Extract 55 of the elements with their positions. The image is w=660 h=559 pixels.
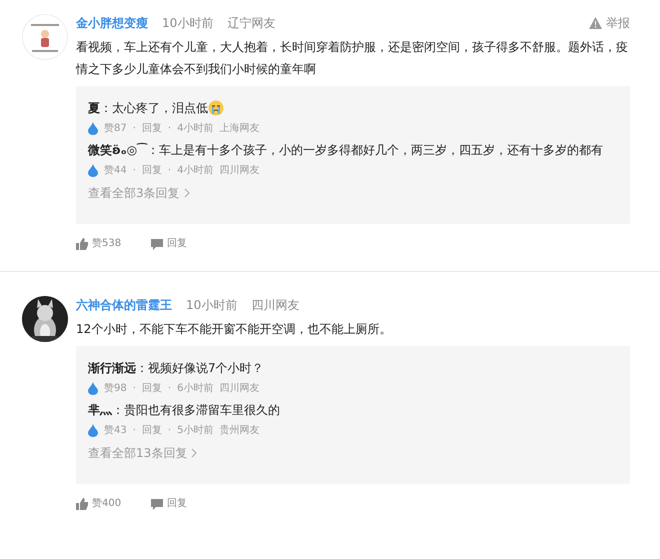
reply-location: 贵州网友: [219, 424, 260, 438]
separator-dot: ·: [168, 122, 172, 136]
reply-text: ：车上是有十多个孩子，小的一岁多得都好几个，两三岁，四五岁，还有十多岁的都有: [147, 143, 604, 159]
reply-author[interactable]: 渐行渐远: [88, 358, 136, 378]
like-count[interactable]: 赞98: [104, 381, 127, 396]
reply-link[interactable]: 回复: [142, 381, 162, 396]
reply-time: 4小时前: [177, 164, 214, 178]
author-name[interactable]: 金小胖想变瘦: [76, 14, 148, 32]
post-time: 10小时前: [186, 297, 238, 314]
chevron-right-icon: [184, 188, 190, 198]
separator-dot: ·: [132, 164, 136, 178]
like-button[interactable]: 赞400: [76, 496, 122, 511]
author-name[interactable]: 六神合体的雷霆王: [76, 296, 172, 314]
thumbs-up-icon: [76, 238, 88, 250]
reply-location: 上海网友: [219, 122, 260, 136]
separator-dot: ·: [168, 164, 172, 178]
reply-author[interactable]: 微笑ʚ̈ₒ◎⁀: [88, 140, 148, 160]
reply-author[interactable]: 芈灬: [88, 400, 112, 420]
chevron-right-icon: [191, 448, 198, 458]
like-count[interactable]: 赞43: [104, 423, 127, 438]
reply-text: ：贵阳也有很多滞留车里很久的: [112, 402, 280, 419]
reply-location: 四川网友: [219, 164, 260, 178]
reply-link[interactable]: 回复: [142, 121, 162, 136]
separator-dot: ·: [168, 424, 172, 438]
like-button[interactable]: 赞538: [76, 236, 122, 251]
user-location: 四川网友: [251, 297, 300, 314]
speech-bubble-icon: [151, 498, 164, 510]
separator-dot: ·: [132, 122, 136, 136]
report-link[interactable]: 举报: [589, 14, 630, 32]
comment-text: 12个小时，不能下车不能开窗不能开空调，也不能上厕所。: [76, 321, 392, 338]
reply-button[interactable]: 回复: [151, 236, 188, 251]
reply-button[interactable]: 回复: [151, 496, 188, 511]
user-location: 辽宁网友: [227, 15, 276, 32]
warning-icon: [589, 17, 602, 29]
post-time: 10小时前: [162, 15, 214, 32]
reply-text: ：视频好像说7个小时？: [136, 360, 264, 377]
reply-location: 四川网友: [219, 382, 260, 396]
like-count[interactable]: 赞87: [104, 121, 127, 136]
view-all-replies-link[interactable]: 查看全部13条回复: [88, 444, 198, 462]
reply-time: 5小时前: [177, 424, 214, 438]
comment-text: 看视频，车上还有个儿童，大人抱着，长时间穿着防护服，还是密闭空间，孩子得多不舒服。题外话，疫情之下多少儿童体会不到我们小时候的童年啊: [76, 39, 629, 78]
reply-link[interactable]: 回复: [142, 163, 162, 178]
speech-bubble-icon: [151, 238, 164, 250]
separator-dot: ·: [132, 424, 136, 438]
reply-link[interactable]: 回复: [142, 423, 162, 438]
separator-dot: ·: [168, 382, 172, 396]
like-count[interactable]: 赞44: [104, 163, 127, 178]
reply-time: 4小时前: [177, 122, 214, 136]
reply-time: 6小时前: [177, 382, 214, 396]
thumbs-up-icon: [76, 498, 88, 510]
separator-dot: ·: [132, 382, 136, 396]
view-all-replies-link[interactable]: 查看全部3条回复: [88, 184, 190, 202]
crying-face-icon: [208, 100, 224, 116]
reply-text: ：太心疼了，泪点低: [100, 100, 208, 117]
reply-author[interactable]: 夏: [88, 98, 100, 118]
